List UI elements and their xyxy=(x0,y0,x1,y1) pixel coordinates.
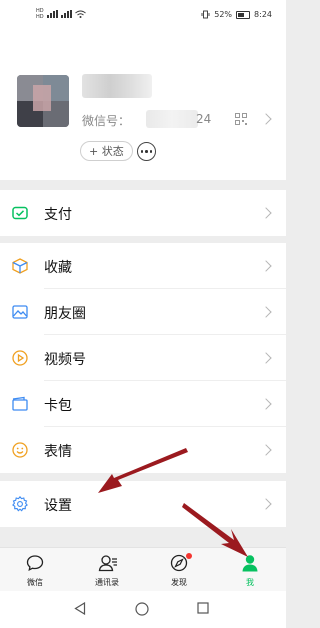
menu-item-stickers[interactable]: 表情 xyxy=(0,427,286,473)
wechat-id-label: 微信号： xyxy=(82,114,131,128)
channels-icon xyxy=(12,350,28,366)
wechat-id-redacted xyxy=(146,110,198,128)
tab-discover[interactable]: 发现 xyxy=(144,548,214,592)
chevron-right-icon xyxy=(260,444,272,456)
contacts-icon xyxy=(98,555,117,572)
avatar[interactable] xyxy=(17,75,69,127)
chat-bubble-icon xyxy=(26,555,44,571)
sticker-smile-icon xyxy=(12,442,28,458)
home-icon[interactable] xyxy=(135,602,149,616)
gear-icon xyxy=(12,496,28,512)
signal-icon xyxy=(46,10,58,18)
battery-icon xyxy=(236,10,251,19)
chevron-right-icon xyxy=(260,306,272,318)
sim2-label: HD xyxy=(36,14,44,20)
menu-item-channels-label: 视频号 xyxy=(44,352,86,368)
recents-icon[interactable] xyxy=(197,602,209,614)
tab-discover-label: 发现 xyxy=(171,578,187,587)
chevron-right-icon xyxy=(260,207,272,219)
pay-icon xyxy=(12,206,28,220)
discover-badge-dot xyxy=(186,553,192,559)
menu-item-favorites-label: 收藏 xyxy=(44,260,72,276)
chevron-right-icon xyxy=(260,398,272,410)
wechat-id-suffix: 24 xyxy=(196,112,212,126)
tab-me[interactable]: 我 xyxy=(215,548,285,592)
person-icon xyxy=(242,555,258,572)
profile-card[interactable]: 微信号： 24 + 状态 xyxy=(0,34,286,180)
menu-item-moments-label: 朋友圈 xyxy=(44,306,86,322)
add-status-button[interactable]: + 状态 xyxy=(80,141,133,161)
menu-item-channels[interactable]: 视频号 xyxy=(0,335,286,381)
tab-chats-label: 微信 xyxy=(27,578,43,587)
system-indicators: 52% 8:24 xyxy=(201,10,272,19)
more-options-icon[interactable] xyxy=(137,142,156,161)
vibrate-icon xyxy=(201,10,210,19)
clock: 8:24 xyxy=(254,10,272,19)
wifi-icon xyxy=(74,10,86,18)
menu-item-settings[interactable]: 设置 xyxy=(0,481,286,527)
sim-labels: HD HD xyxy=(36,8,44,20)
nickname-redacted xyxy=(82,74,152,98)
menu-item-cards-label: 卡包 xyxy=(44,398,72,414)
card-wallet-icon xyxy=(12,396,28,411)
tab-chats[interactable]: 微信 xyxy=(0,548,70,592)
favorites-icon xyxy=(12,258,28,274)
moments-icon xyxy=(12,305,28,319)
battery-percent: 52% xyxy=(214,10,233,19)
signal-indicators: HD HD xyxy=(36,8,86,20)
features-group: 收藏 朋友圈 视频号 卡包 表情 xyxy=(0,243,286,473)
chevron-right-icon xyxy=(260,498,272,510)
chevron-right-icon xyxy=(260,260,272,272)
signal-icon-2 xyxy=(60,10,72,18)
menu-item-stickers-label: 表情 xyxy=(44,444,72,460)
pay-group: 支付 xyxy=(0,190,286,236)
settings-group: 设置 xyxy=(0,481,286,527)
menu-item-moments[interactable]: 朋友圈 xyxy=(0,289,286,335)
menu-item-favorites[interactable]: 收藏 xyxy=(0,243,286,289)
bottom-tab-bar: 微信 通讯录 发现 我 xyxy=(0,547,286,592)
chevron-right-icon xyxy=(260,352,272,364)
menu-item-settings-label: 设置 xyxy=(44,498,72,514)
menu-item-pay-label: 支付 xyxy=(44,207,72,223)
qr-code-icon[interactable] xyxy=(235,113,247,125)
add-status-label: + 状态 xyxy=(89,145,124,158)
back-icon[interactable] xyxy=(74,602,86,615)
tab-me-label: 我 xyxy=(246,578,254,587)
system-nav-bar xyxy=(0,591,286,628)
menu-item-pay[interactable]: 支付 xyxy=(0,190,286,236)
status-bar: HD HD 52% 8:24 xyxy=(0,0,286,34)
menu-item-cards[interactable]: 卡包 xyxy=(0,381,286,427)
profile-chevron-icon xyxy=(260,113,272,125)
tab-contacts-label: 通讯录 xyxy=(95,578,119,587)
tab-contacts[interactable]: 通讯录 xyxy=(72,548,142,592)
